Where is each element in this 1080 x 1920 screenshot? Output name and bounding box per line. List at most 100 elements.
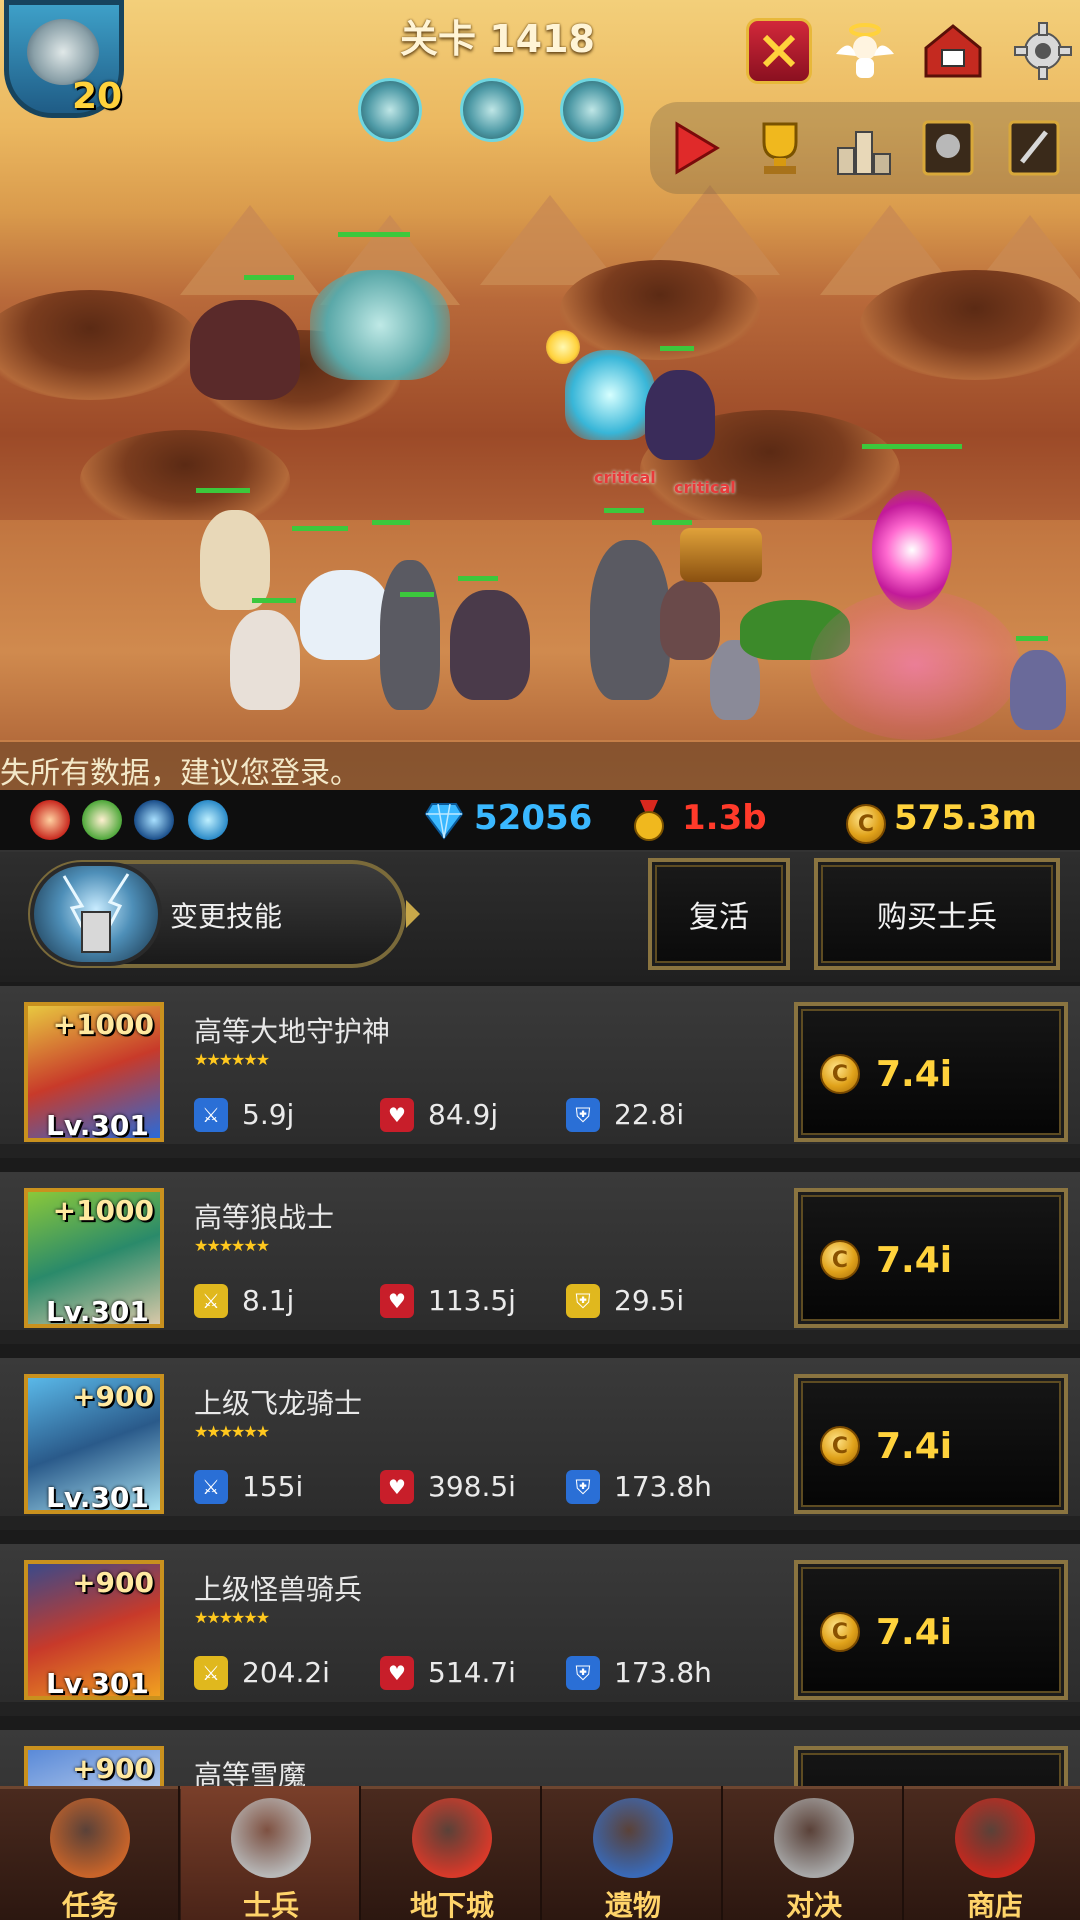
shop-icon xyxy=(955,1798,1035,1878)
nav-tab-5[interactable]: 商店 xyxy=(905,1786,1080,1920)
attack-icon: ⚔ xyxy=(194,1656,228,1690)
heart-icon: ♥ xyxy=(380,1656,414,1690)
gold-coin-icon: C xyxy=(820,1612,860,1652)
heart-icon: ♥ xyxy=(380,1284,414,1318)
shield-icon: ⛨ xyxy=(566,1656,600,1690)
soldier-portrait[interactable]: +900 Lv.301 xyxy=(24,1374,164,1514)
upgrade-soldier-button[interactable]: C 7.4i xyxy=(794,1002,1068,1142)
soldier-stars: ★★★★★★ xyxy=(194,1236,270,1255)
angel-icon[interactable] xyxy=(832,18,898,84)
nav-tab-label: 商店 xyxy=(966,1889,1023,1920)
soldier-helmet-icon xyxy=(231,1798,311,1878)
attack-icon: ⚔ xyxy=(194,1098,228,1132)
helmet-book-icon[interactable] xyxy=(914,114,982,182)
hp-bar xyxy=(1016,636,1048,641)
soldier-level: Lv.301 xyxy=(46,1109,149,1142)
orb-icon xyxy=(593,1798,673,1878)
guild-shield-icon[interactable] xyxy=(746,18,812,84)
soldier-name: 高等狼战士 xyxy=(194,1201,335,1234)
skill-slot-icon[interactable] xyxy=(460,78,524,142)
lightning-tower-icon[interactable] xyxy=(30,862,162,966)
nav-tab-label: 地下城 xyxy=(409,1889,494,1920)
nav-tab-2[interactable]: 地下城 xyxy=(362,1786,542,1920)
login-notice[interactable]: 失所有数据，建议您登录。 xyxy=(0,748,360,792)
ice-spirit-unit xyxy=(565,350,655,440)
soldier-row[interactable]: +900 Lv.301 上级飞龙骑士 ★★★★★★ ⚔ 155i ♥ 398.5… xyxy=(0,1358,1080,1530)
crater xyxy=(0,290,200,400)
revive-button[interactable]: 复活 xyxy=(648,858,790,970)
shield-icon: ⛨ xyxy=(566,1470,600,1504)
heart-icon: ♥ xyxy=(380,1470,414,1504)
enemy-unit xyxy=(660,580,720,660)
soldier-level: Lv.301 xyxy=(46,1295,149,1328)
ice-dragon-unit xyxy=(310,270,450,380)
upgrade-soldier-button[interactable]: C 7.4i xyxy=(794,1560,1068,1700)
defense-value: 173.8h xyxy=(614,1470,712,1503)
stage-title: 关卡 1418 xyxy=(400,17,595,61)
defense-value: 22.8i xyxy=(614,1098,685,1131)
soldier-upgrade-count: +900 xyxy=(72,1380,154,1413)
sword-book-icon[interactable] xyxy=(1000,114,1068,182)
nav-tab-4[interactable]: 对决 xyxy=(724,1786,904,1920)
crossed-swords-icon xyxy=(774,1798,854,1878)
soldier-portrait[interactable]: +1000 Lv.301 xyxy=(24,1002,164,1142)
skill-slot-icon[interactable] xyxy=(358,78,422,142)
skeleton-enemy-unit xyxy=(590,540,670,700)
health-value: 113.5j xyxy=(428,1284,516,1317)
change-skill-label: 变更技能 xyxy=(170,900,283,933)
hp-bar xyxy=(652,520,692,525)
party-hero-icon[interactable] xyxy=(134,800,174,840)
shield-icon: ⛨ xyxy=(566,1098,600,1132)
upgrade-cost: 7.4i xyxy=(876,1054,953,1095)
gold-coin-icon: C xyxy=(820,1426,860,1466)
dark-mage-unit xyxy=(645,370,715,460)
soldier-row[interactable]: +1000 Lv.301 高等大地守护神 ★★★★★★ ⚔ 5.9j ♥ 84.… xyxy=(0,986,1080,1158)
soldier-row[interactable]: +900 Lv.301 上级怪兽骑兵 ★★★★★★ ⚔ 204.2i ♥ 514… xyxy=(0,1544,1080,1716)
upgrade-soldier-button[interactable]: C 7.4i xyxy=(794,1188,1068,1328)
crater xyxy=(560,260,760,360)
health-value: 84.9j xyxy=(428,1098,499,1131)
magic-circle xyxy=(810,590,1020,740)
heart-icon: ♥ xyxy=(380,1098,414,1132)
shield-icon: ⛨ xyxy=(566,1284,600,1318)
enemy-wizard-unit xyxy=(1010,650,1066,730)
attack-value: 5.9j xyxy=(242,1098,295,1131)
soldier-level: Lv.301 xyxy=(46,1481,149,1514)
soldier-row[interactable]: +1000 Lv.301 高等狼战士 ★★★★★★ ⚔ 8.1j ♥ 113.5… xyxy=(0,1172,1080,1344)
soldier-portrait[interactable]: +1000 Lv.301 xyxy=(24,1188,164,1328)
attack-value: 8.1j xyxy=(242,1284,295,1317)
trophy-icon[interactable] xyxy=(746,114,814,182)
soldier-name: 高等大地守护神 xyxy=(194,1015,391,1048)
attack-value: 204.2i xyxy=(242,1656,330,1689)
gold-coin-icon: C xyxy=(820,1240,860,1280)
nav-tab-1[interactable]: 士兵 xyxy=(181,1786,361,1920)
nav-tab-0[interactable]: 任务 xyxy=(0,1786,180,1920)
upgrade-soldier-button[interactable]: C 7.4i xyxy=(794,1374,1068,1514)
hp-bar xyxy=(458,576,498,581)
party-hero-icon[interactable] xyxy=(82,800,122,840)
gold-count: 575.3m xyxy=(894,798,1037,838)
crater xyxy=(80,430,290,530)
gear-icon[interactable] xyxy=(1010,18,1076,84)
nav-tab-label: 遗物 xyxy=(604,1889,661,1920)
party-hero-icon[interactable] xyxy=(30,800,70,840)
treasure-chest[interactable] xyxy=(680,528,762,582)
upgrade-cost: 7.4i xyxy=(876,1426,953,1467)
hp-bar xyxy=(862,444,962,449)
play-icon[interactable] xyxy=(662,114,730,182)
nav-tab-label: 士兵 xyxy=(242,1889,299,1920)
health-value: 398.5i xyxy=(428,1470,516,1503)
ranking-icon[interactable] xyxy=(830,114,898,182)
skill-slot-icon[interactable] xyxy=(560,78,624,142)
nav-tab-3[interactable]: 遗物 xyxy=(543,1786,723,1920)
pink-crystal[interactable] xyxy=(872,490,952,610)
attack-value: 155i xyxy=(242,1470,304,1503)
crater xyxy=(860,270,1080,380)
buy-soldier-button[interactable]: 购买士兵 xyxy=(814,858,1060,970)
soldier-name: 上级怪兽骑兵 xyxy=(194,1573,363,1606)
healer-unit xyxy=(230,610,300,710)
mailbox-icon[interactable] xyxy=(920,18,986,84)
soldier-portrait[interactable]: +900 Lv.301 xyxy=(24,1560,164,1700)
mountain xyxy=(180,205,320,295)
party-hero-icon[interactable] xyxy=(188,800,228,840)
